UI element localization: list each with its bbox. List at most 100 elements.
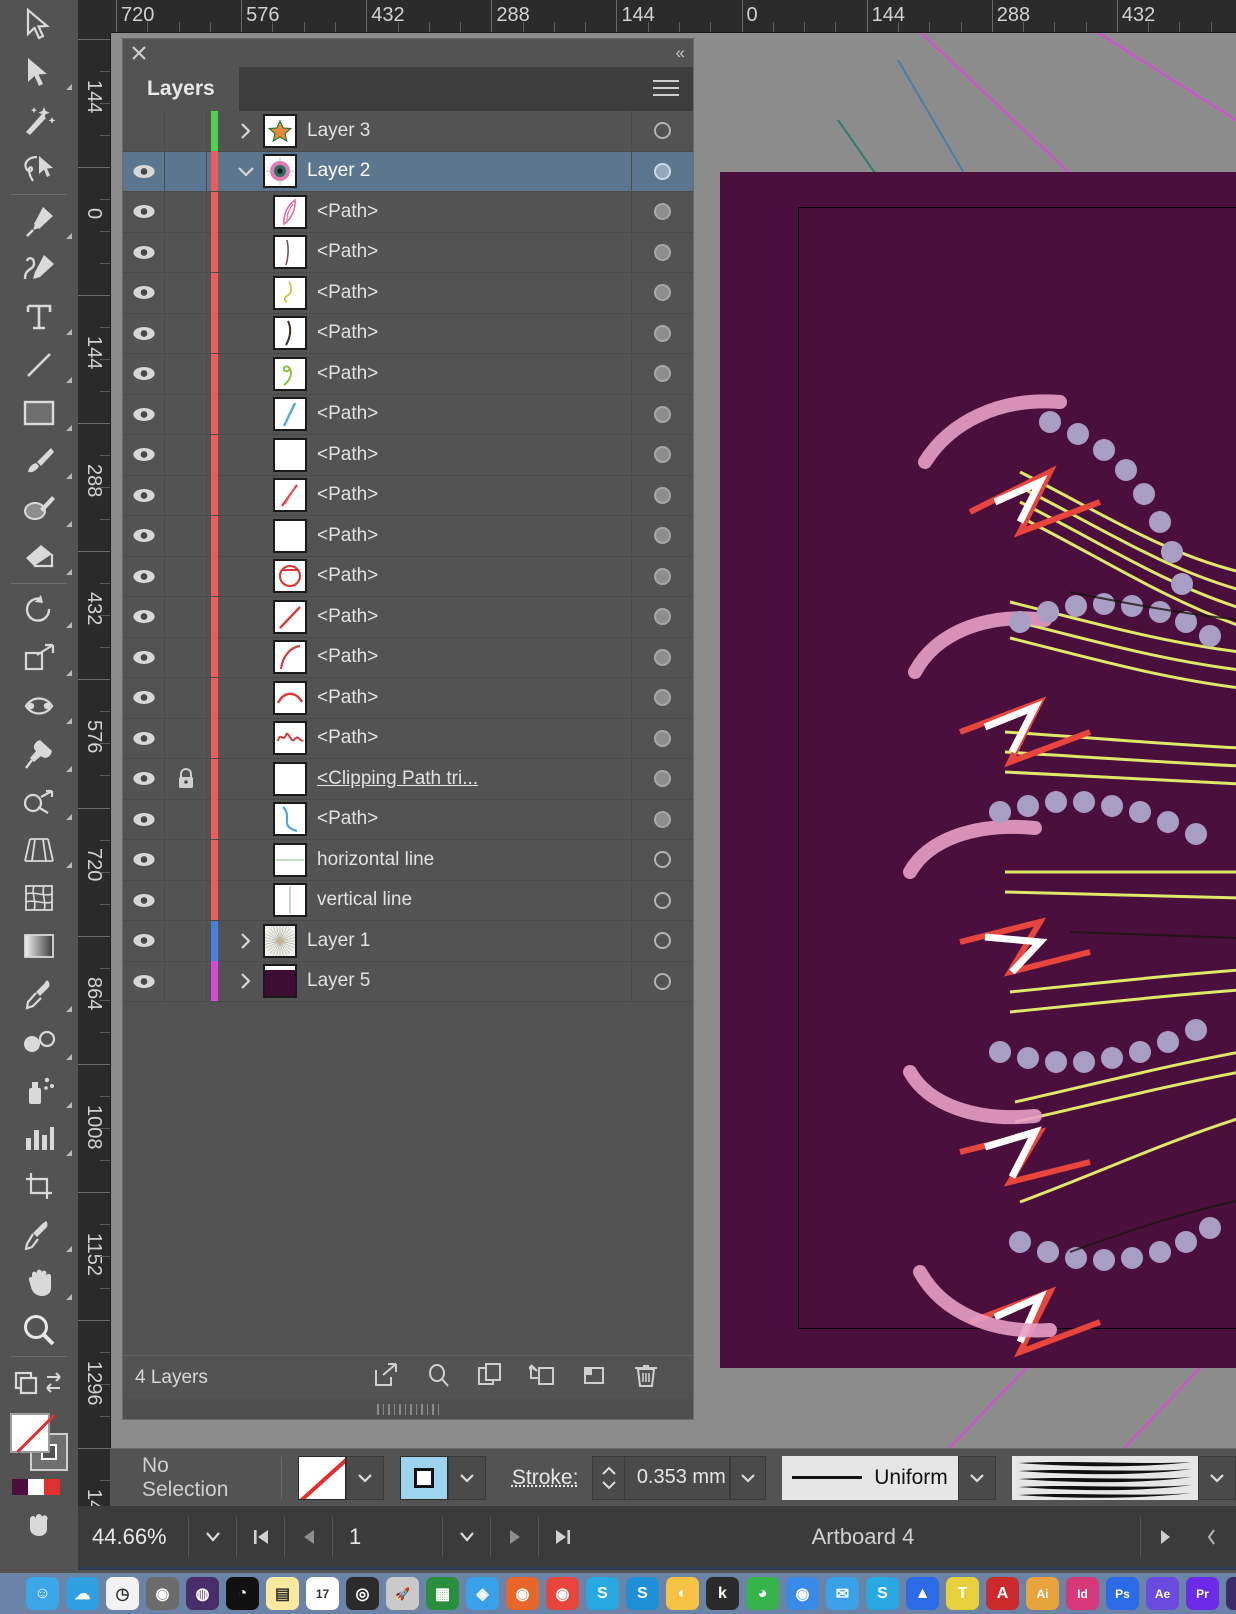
visibility-toggle-icon[interactable] bbox=[123, 921, 165, 961]
double-chevron-left-icon[interactable]: « bbox=[676, 43, 685, 63]
hamburger-menu-icon[interactable] bbox=[653, 80, 679, 101]
lock-toggle-icon[interactable] bbox=[165, 476, 207, 516]
paintbrush-tool[interactable] bbox=[0, 437, 78, 485]
lock-toggle-icon[interactable] bbox=[165, 516, 207, 556]
lasso-tool[interactable] bbox=[0, 144, 78, 192]
visibility-toggle-icon[interactable] bbox=[123, 354, 165, 394]
visibility-toggle-icon[interactable] bbox=[123, 800, 165, 840]
target-indicator[interactable] bbox=[631, 557, 693, 597]
visibility-toggle-icon[interactable] bbox=[123, 719, 165, 759]
column-graph-tool[interactable] bbox=[0, 1114, 78, 1162]
layer-name-cell[interactable]: <Clipping Path tri... bbox=[221, 759, 631, 799]
close-icon[interactable] bbox=[129, 43, 149, 63]
release-icon[interactable] bbox=[529, 1362, 555, 1393]
visibility-toggle-icon[interactable] bbox=[123, 840, 165, 880]
lock-toggle-icon[interactable] bbox=[165, 638, 207, 678]
horizontal-ruler[interactable]: 720 576 432 288 144 0 144 288 432 bbox=[110, 0, 1236, 33]
fill-stroke-swatches[interactable] bbox=[10, 1413, 68, 1471]
object-row[interactable]: <Path> bbox=[123, 435, 693, 476]
dock-item-skype-business[interactable]: S bbox=[626, 1577, 659, 1610]
lock-toggle-icon[interactable] bbox=[165, 881, 207, 921]
dock-item-podcasts[interactable]: ◉ bbox=[146, 1577, 179, 1610]
layer-name-cell[interactable]: Layer 1 bbox=[221, 921, 631, 961]
lock-toggle-icon[interactable] bbox=[165, 435, 207, 475]
dock-item-skype[interactable]: S bbox=[586, 1577, 619, 1610]
panel-footer-buttons[interactable] bbox=[373, 1362, 693, 1393]
chevron-left-icon[interactable] bbox=[1188, 1517, 1236, 1557]
layer-name-cell[interactable]: <Path> bbox=[221, 233, 631, 273]
dock-item-lightbulb[interactable]: ◐ bbox=[666, 1577, 699, 1610]
dock-item-indesign[interactable]: Id bbox=[1066, 1577, 1099, 1610]
object-row[interactable]: vertical line bbox=[123, 881, 693, 922]
target-indicator[interactable] bbox=[631, 597, 693, 637]
visibility-toggle-icon[interactable] bbox=[123, 273, 165, 313]
layer-name-cell[interactable]: vertical line bbox=[221, 881, 631, 921]
lock-toggle-icon[interactable] bbox=[165, 557, 207, 597]
mesh-tool[interactable] bbox=[0, 874, 78, 922]
layer-name-cell[interactable]: <Path> bbox=[221, 192, 631, 232]
new-layer-icon[interactable] bbox=[581, 1362, 607, 1393]
ruler-corner[interactable] bbox=[78, 0, 111, 33]
dock-item-launchpad[interactable]: 🚀 bbox=[386, 1577, 419, 1610]
eyedropper-tool[interactable] bbox=[0, 970, 78, 1018]
dock-item-acrobat[interactable]: A bbox=[986, 1577, 1019, 1610]
locate-icon[interactable] bbox=[373, 1362, 399, 1393]
color-mode-swatches[interactable] bbox=[12, 1479, 78, 1495]
dock-item-firefox[interactable]: ◉ bbox=[506, 1577, 539, 1610]
dock-item-speedtest[interactable]: ◔ bbox=[226, 1577, 259, 1610]
layer-name-cell[interactable]: <Path> bbox=[221, 395, 631, 435]
lock-toggle-icon[interactable] bbox=[165, 840, 207, 880]
layer-row[interactable]: Layer 3 bbox=[123, 111, 693, 152]
dock-item-messenger[interactable]: ◉ bbox=[786, 1577, 819, 1610]
visibility-toggle-icon[interactable] bbox=[123, 638, 165, 678]
width-profile-field[interactable]: Uniform bbox=[782, 1456, 958, 1500]
magic-wand-tool[interactable] bbox=[0, 96, 78, 144]
slice-tool[interactable] bbox=[0, 1210, 78, 1258]
pen-tool[interactable] bbox=[0, 197, 78, 245]
direct-selection-tool[interactable] bbox=[0, 48, 78, 96]
gradient-tool[interactable] bbox=[0, 922, 78, 970]
target-indicator[interactable] bbox=[631, 840, 693, 880]
object-row[interactable]: <Path> bbox=[123, 233, 693, 274]
mask-icon[interactable] bbox=[425, 1362, 451, 1393]
object-row[interactable]: <Path> bbox=[123, 192, 693, 233]
dock-item-safari[interactable]: ◈ bbox=[466, 1577, 499, 1610]
zoom-dropdown-button[interactable] bbox=[188, 1517, 236, 1557]
play-icon[interactable] bbox=[1140, 1517, 1188, 1557]
brush-definition-dropdown-button[interactable] bbox=[1198, 1456, 1236, 1500]
new-sublayer-icon[interactable] bbox=[477, 1362, 503, 1393]
artboard-dropdown-button[interactable] bbox=[442, 1517, 490, 1557]
dock-item-whatsapp[interactable]: ◕ bbox=[746, 1577, 779, 1610]
lock-toggle-icon[interactable] bbox=[165, 719, 207, 759]
stroke-weight-input[interactable]: 0.353 mm bbox=[625, 1456, 730, 1500]
visibility-toggle-icon[interactable] bbox=[123, 395, 165, 435]
layer-name-cell[interactable]: <Path> bbox=[221, 273, 631, 313]
layer-row[interactable]: Layer 5 bbox=[123, 962, 693, 1003]
fill-swatch[interactable] bbox=[298, 1456, 346, 1500]
line-segment-tool[interactable] bbox=[0, 341, 78, 389]
visibility-toggle-icon[interactable] bbox=[123, 192, 165, 232]
perspective-grid-tool[interactable] bbox=[0, 826, 78, 874]
layer-rows-container[interactable]: Layer 3 Layer 2 <Path> <Path> <Path> <Path> <P… bbox=[123, 111, 693, 1355]
zoom-level-input[interactable]: 44.66% bbox=[78, 1517, 188, 1557]
fill-dropdown-button[interactable] bbox=[346, 1456, 384, 1500]
lock-toggle-icon[interactable] bbox=[165, 152, 207, 192]
free-transform-tool[interactable] bbox=[0, 730, 78, 778]
layer-name-cell[interactable]: Layer 3 bbox=[221, 111, 631, 151]
fill-color-swatch[interactable] bbox=[10, 1413, 50, 1453]
lock-toggle-icon[interactable] bbox=[165, 111, 207, 151]
object-row[interactable]: horizontal line bbox=[123, 840, 693, 881]
visibility-toggle-icon[interactable] bbox=[123, 152, 165, 192]
target-indicator[interactable] bbox=[631, 273, 693, 313]
target-indicator[interactable] bbox=[631, 516, 693, 556]
layer-name-cell[interactable]: horizontal line bbox=[221, 840, 631, 880]
layer-name-cell[interactable]: <Path> bbox=[221, 597, 631, 637]
last-artboard-icon[interactable] bbox=[538, 1517, 586, 1557]
visibility-toggle-icon[interactable] bbox=[123, 962, 165, 1002]
rectangle-tool[interactable] bbox=[0, 389, 78, 437]
layer-name-cell[interactable]: <Path> bbox=[221, 476, 631, 516]
target-indicator[interactable] bbox=[631, 354, 693, 394]
dock-item-dashboard[interactable]: ◎ bbox=[346, 1577, 379, 1610]
dock-item-calendar[interactable]: 17 bbox=[306, 1577, 339, 1610]
dock-item-clock[interactable]: ◷ bbox=[106, 1577, 139, 1610]
